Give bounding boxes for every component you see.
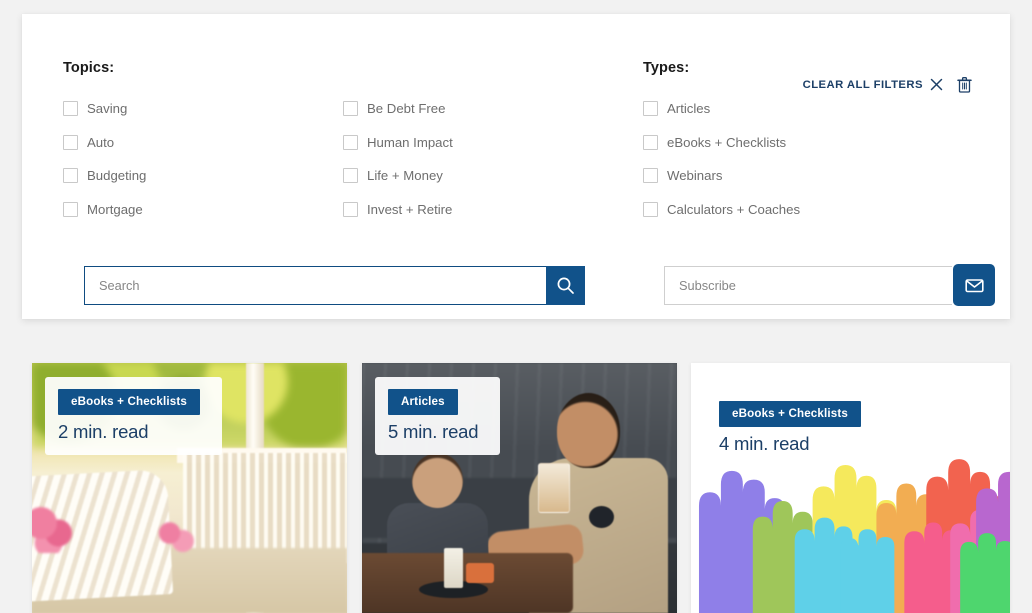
checkbox-be-debt-free[interactable]: Be Debt Free — [343, 92, 623, 126]
topics-checkbox-grid: Saving Be Debt Free Auto Human Impact Bu… — [63, 92, 623, 226]
checkbox-label: Be Debt Free — [367, 101, 446, 117]
card-type-badge[interactable]: Articles — [388, 389, 458, 415]
checkbox-label: Webinars — [667, 168, 723, 184]
checkbox-label: Mortgage — [87, 201, 143, 217]
checkbox-label: Articles — [667, 101, 711, 117]
clear-all-filters-label: CLEAR ALL FILTERS — [802, 78, 923, 91]
card-type-badge[interactable]: eBooks + Checklists — [58, 389, 200, 415]
resource-card[interactable]: Articles 5 min. read — [362, 363, 677, 613]
clear-all-filters-button[interactable]: CLEAR ALL FILTERS — [803, 76, 972, 93]
subscribe-submit-button[interactable] — [953, 264, 995, 306]
subscribe-input[interactable] — [664, 266, 952, 305]
checkbox-box-icon[interactable] — [63, 168, 78, 184]
trash-can-icon[interactable] — [957, 76, 972, 93]
search-input[interactable] — [84, 266, 546, 305]
close-x-icon[interactable] — [930, 78, 943, 91]
checkbox-human-impact[interactable]: Human Impact — [343, 126, 623, 160]
envelope-icon — [964, 278, 984, 293]
types-heading: Types: — [643, 60, 690, 76]
checkbox-webinars[interactable]: Webinars — [643, 159, 973, 193]
card-read-time: 2 min. read — [58, 421, 149, 442]
raised-hands-illustration — [698, 459, 1010, 613]
checkbox-box-icon[interactable] — [343, 201, 358, 217]
checkbox-label: Human Impact — [367, 134, 453, 150]
card-overlay-panel: eBooks + Checklists 4 min. read — [719, 401, 861, 455]
checkbox-box-icon[interactable] — [643, 134, 658, 150]
card-read-time: 5 min. read — [388, 421, 479, 442]
resource-card-grid: eBooks + Checklists 2 min. read Articles… — [32, 363, 1010, 613]
checkbox-saving[interactable]: Saving — [63, 92, 343, 126]
checkbox-box-icon[interactable] — [643, 201, 658, 217]
checkbox-auto[interactable]: Auto — [63, 126, 343, 160]
topics-heading: Topics: — [63, 60, 115, 76]
search-magnifier-icon — [556, 276, 575, 295]
resource-card[interactable]: eBooks + Checklists 2 min. read — [32, 363, 347, 613]
types-checkbox-grid: Articles eBooks + Checklists Webinars Ca… — [643, 92, 973, 226]
search-submit-button[interactable] — [546, 266, 585, 305]
topics-filter-group: Topics: Saving Be Debt Free Auto Human I… — [63, 60, 623, 226]
checkbox-box-icon[interactable] — [643, 168, 658, 184]
checkbox-box-icon[interactable] — [63, 201, 78, 217]
page-root: Topics: Saving Be Debt Free Auto Human I… — [0, 0, 1032, 613]
checkbox-life-money[interactable]: Life + Money — [343, 159, 623, 193]
checkbox-box-icon[interactable] — [343, 134, 358, 150]
checkbox-invest-retire[interactable]: Invest + Retire — [343, 193, 623, 227]
checkbox-label: Invest + Retire — [367, 201, 453, 217]
card-read-time: 4 min. read — [719, 433, 810, 454]
subscribe-field-group — [664, 264, 995, 306]
checkbox-articles[interactable]: Articles — [643, 92, 973, 126]
checkbox-box-icon[interactable] — [63, 134, 78, 150]
checkbox-box-icon[interactable] — [343, 168, 358, 184]
checkbox-label: eBooks + Checklists — [667, 134, 787, 150]
checkbox-box-icon[interactable] — [643, 101, 658, 117]
checkbox-box-icon[interactable] — [343, 101, 358, 117]
search-field-group — [84, 266, 585, 305]
checkbox-mortgage[interactable]: Mortgage — [63, 193, 343, 227]
checkbox-label: Auto — [87, 134, 115, 150]
filter-panel: Topics: Saving Be Debt Free Auto Human I… — [22, 14, 1010, 319]
checkbox-budgeting[interactable]: Budgeting — [63, 159, 343, 193]
checkbox-box-icon[interactable] — [63, 101, 78, 117]
card-overlay-panel: Articles 5 min. read — [375, 377, 501, 455]
checkbox-ebooks-checklists[interactable]: eBooks + Checklists — [643, 126, 973, 160]
checkbox-label: Life + Money — [367, 168, 443, 184]
card-overlay-panel: eBooks + Checklists 2 min. read — [45, 377, 222, 455]
resource-card[interactable]: eBooks + Checklists 4 min. read — [691, 363, 1010, 613]
checkbox-label: Calculators + Coaches — [667, 201, 801, 217]
checkbox-label: Budgeting — [87, 168, 147, 184]
card-type-badge[interactable]: eBooks + Checklists — [719, 401, 861, 427]
checkbox-calculators-coaches[interactable]: Calculators + Coaches — [643, 193, 973, 227]
checkbox-label: Saving — [87, 101, 128, 117]
